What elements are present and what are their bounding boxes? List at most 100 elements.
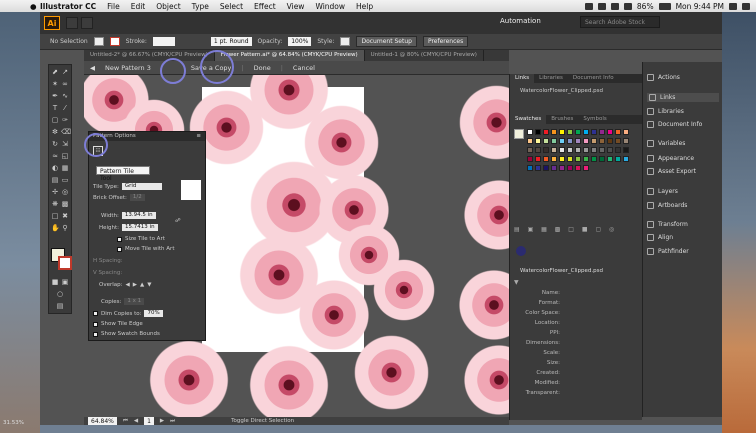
back-arrow-icon[interactable]: ◀ [90, 64, 95, 72]
app-menu[interactable]: Illustrator CC [40, 2, 96, 11]
last-artboard-icon[interactable]: ⏭ [170, 418, 175, 425]
color-swatch[interactable] [559, 165, 565, 171]
done-button[interactable]: Done [254, 64, 271, 72]
link-file-name[interactable]: WatercolorFlower_Clipped.psd [520, 268, 603, 274]
color-swatch[interactable] [607, 129, 613, 135]
paintbrush-tool-icon[interactable]: ✑ [61, 116, 69, 124]
overlap-bottom-icon[interactable]: ▼ [147, 282, 151, 288]
first-artboard-icon[interactable]: ⏮ [123, 418, 128, 425]
shaper-tool-icon[interactable]: ✼ [51, 128, 59, 136]
width-tool-icon[interactable]: ≈ [51, 152, 59, 160]
gradient-mode-icon[interactable]: ▣ [61, 278, 69, 286]
tab-untitled-1[interactable]: Untitled-1 @ 80% (CMYK/CPU Preview) [365, 50, 484, 61]
tab-swatches[interactable]: Swatches [510, 115, 547, 124]
color-swatch[interactable] [559, 138, 565, 144]
color-swatch[interactable] [543, 165, 549, 171]
dock-appearance[interactable]: Appearance [647, 155, 694, 162]
color-swatch[interactable] [591, 129, 597, 135]
color-swatch[interactable] [583, 156, 589, 162]
color-swatch[interactable] [527, 156, 533, 162]
notification-icon[interactable] [742, 2, 750, 10]
dock-links[interactable]: Links [647, 93, 719, 102]
color-swatch[interactable] [567, 147, 573, 153]
dock-pathfinder[interactable]: Pathfinder [647, 248, 689, 255]
color-swatch[interactable] [575, 156, 581, 162]
color-swatch[interactable] [575, 147, 581, 153]
brick-offset-select[interactable]: 1/2 [129, 194, 145, 201]
color-swatch[interactable] [551, 165, 557, 171]
color-swatch[interactable] [599, 129, 605, 135]
color-swatch[interactable] [591, 156, 597, 162]
curvature-tool-icon[interactable]: ∿ [61, 92, 69, 100]
copies-select[interactable]: 1 x 1 [124, 298, 145, 305]
magic-wand-tool-icon[interactable]: ✶ [51, 80, 59, 88]
color-swatch[interactable] [543, 156, 549, 162]
color-swatch[interactable] [575, 138, 581, 144]
slice-tool-icon[interactable]: ✖ [61, 212, 69, 220]
perspective-grid-tool-icon[interactable]: ▦ [61, 164, 69, 172]
color-swatch[interactable] [623, 129, 629, 135]
color-swatch[interactable] [535, 147, 541, 153]
gradient-tool-icon[interactable]: ▭ [61, 176, 69, 184]
bridge-button[interactable] [66, 17, 78, 29]
volume-icon[interactable] [623, 2, 632, 10]
panel-menu-icon[interactable]: ≡ [196, 133, 201, 140]
symbol-sprayer-tool-icon[interactable]: ❋ [51, 200, 59, 208]
preferences-button[interactable]: Preferences [422, 36, 469, 47]
color-swatch[interactable] [527, 129, 533, 135]
drawing-mode-icon[interactable]: ○ [56, 290, 64, 298]
cancel-button[interactable]: Cancel [293, 64, 315, 72]
overlap-left-icon[interactable]: ◀ [125, 282, 129, 288]
color-swatch[interactable] [551, 147, 557, 153]
prev-artboard-icon[interactable]: ◀ [134, 418, 138, 424]
document-setup-button[interactable]: Document Setup [356, 36, 417, 47]
direct-selection-tool-icon[interactable]: ↗ [61, 68, 69, 76]
color-swatch[interactable] [623, 147, 629, 153]
tile-type-select[interactable]: Grid [121, 183, 162, 190]
menu-help[interactable]: Help [356, 2, 373, 11]
color-swatch[interactable] [567, 165, 573, 171]
color-swatch[interactable] [607, 147, 613, 153]
style-swatch[interactable] [340, 37, 351, 46]
clock[interactable]: Mon 9:44 PM [676, 2, 724, 11]
tab-document-info[interactable]: Document Info [568, 74, 619, 83]
tab-brushes[interactable]: Brushes [546, 115, 578, 124]
color-swatch[interactable] [623, 156, 629, 162]
overlap-top-icon[interactable]: ▲ [140, 282, 144, 288]
move-tile-checkbox[interactable] [117, 246, 122, 252]
rectangle-tool-icon[interactable]: ▢ [51, 116, 59, 124]
color-swatch[interactable] [551, 138, 557, 144]
color-swatch[interactable] [623, 138, 629, 144]
color-swatch[interactable] [583, 129, 589, 135]
color-swatch[interactable] [535, 156, 541, 162]
show-tile-edge-checkbox[interactable] [93, 321, 98, 327]
color-swatch[interactable] [575, 129, 581, 135]
hand-tool-icon[interactable]: ✋ [51, 224, 60, 232]
menu-object[interactable]: Object [156, 2, 180, 11]
color-swatch[interactable] [591, 147, 597, 153]
dock-align[interactable]: Align [647, 234, 673, 241]
menu-file[interactable]: File [107, 2, 120, 11]
next-artboard-icon[interactable]: ▶ [160, 418, 164, 424]
color-swatch[interactable] [615, 138, 621, 144]
creative-cloud-icon[interactable] [584, 2, 593, 10]
dock-actions[interactable]: Actions [647, 74, 680, 81]
menu-type[interactable]: Type [192, 2, 209, 11]
top-link-item[interactable]: WatercolorFlower_Clipped.psd [520, 88, 603, 94]
color-mode-icon[interactable]: ■ [51, 278, 59, 286]
color-swatch[interactable] [607, 156, 613, 162]
apple-menu-icon[interactable]: ● [30, 2, 37, 11]
height-field[interactable]: 15.7413 in [122, 224, 158, 231]
artboard-tool-icon[interactable]: □ [51, 212, 59, 220]
show-swatch-bounds-checkbox[interactable] [93, 331, 98, 337]
color-swatch[interactable] [591, 138, 597, 144]
eraser-tool-icon[interactable]: ⌫ [61, 128, 71, 136]
color-swatch[interactable] [559, 147, 565, 153]
dock-variables[interactable]: Variables [647, 140, 685, 147]
color-swatch[interactable] [543, 147, 549, 153]
tab-flower-pattern[interactable]: Flower Pattern.ai* @ 64.84% (CMYK/CPU Pr… [214, 50, 365, 61]
size-tile-checkbox[interactable] [117, 236, 122, 242]
menu-view[interactable]: View [287, 2, 305, 11]
fill-swatch[interactable] [93, 37, 104, 46]
swatch-footer-icons[interactable]: ▤ ▣ ▦ ▩ □ ■ ▢ ◎ [514, 226, 639, 234]
